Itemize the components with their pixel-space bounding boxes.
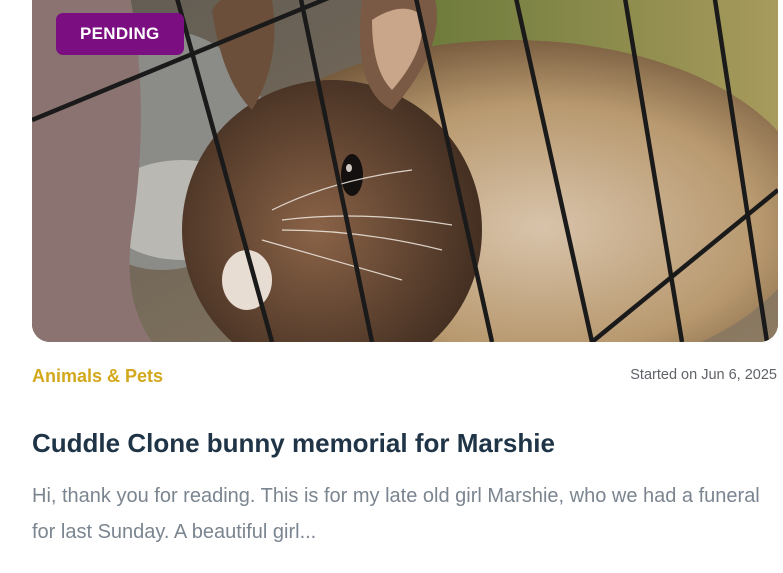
start-date: Started on Jun 6, 2025 xyxy=(630,367,777,383)
status-badge: PENDING xyxy=(56,13,184,55)
campaign-title[interactable]: Cuddle Clone bunny memorial for Marshie xyxy=(32,428,555,459)
campaign-excerpt: Hi, thank you for reading. This is for m… xyxy=(32,485,760,543)
category-link[interactable]: Animals & Pets xyxy=(32,366,163,387)
campaign-card[interactable]: PENDING Animals & Pets Started on Jun 6,… xyxy=(0,0,783,573)
